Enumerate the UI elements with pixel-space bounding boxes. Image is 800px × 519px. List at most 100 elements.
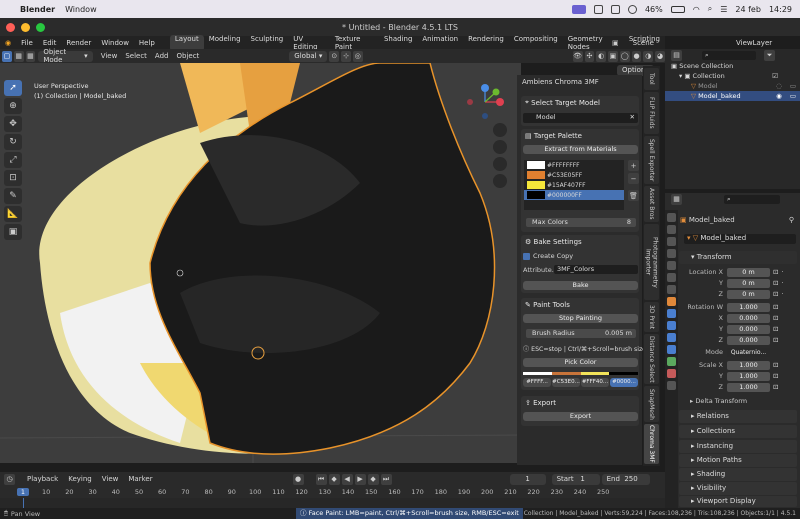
brush-radius-field[interactable]: Brush Radius 0.005 m (526, 329, 636, 338)
control-center-icon[interactable]: ☰ (720, 5, 727, 14)
zoom-icon[interactable] (493, 123, 507, 137)
transform-tool-icon[interactable]: ⊡ (4, 170, 22, 186)
menu-help[interactable]: Help (134, 39, 160, 47)
status-icon[interactable] (627, 4, 637, 14)
viewport-display-panel-header[interactable]: ▸ Viewport Display (679, 496, 797, 507)
attribute-name-field[interactable]: 3MF_Colors (554, 265, 638, 274)
location-y-field[interactable]: 0 m (727, 278, 770, 288)
select-target-header[interactable]: ⌖ Select Target Model (521, 96, 639, 109)
stop-painting-button[interactable]: Stop Painting (523, 314, 638, 323)
camera-icon[interactable] (493, 157, 507, 171)
move-tool-icon[interactable]: ✥ (4, 116, 22, 132)
overlay-icon[interactable]: ◐ (596, 50, 607, 62)
status-icon[interactable] (610, 4, 620, 14)
mode-dropdown[interactable]: Object Mode ▾ (38, 48, 93, 64)
render-tab-icon[interactable] (667, 225, 676, 234)
outliner-row-scene-collection[interactable]: ▣ Scene Collection (665, 61, 800, 71)
particles-tab-icon[interactable] (667, 321, 676, 330)
properties-editor-icon[interactable]: ▦ (671, 193, 682, 205)
menu-view[interactable]: View (102, 475, 119, 483)
lock-icon[interactable]: ⊡ (773, 290, 778, 298)
time-text[interactable]: 14:29 (769, 5, 792, 14)
rotation-mode-dropdown[interactable]: Quaternio... (727, 347, 770, 357)
add-cube-tool-icon[interactable]: ▣ (4, 224, 22, 240)
camera-icon[interactable]: ▭ (790, 82, 796, 90)
texture-tab-icon[interactable] (667, 381, 676, 390)
menu-window[interactable]: Window (65, 5, 97, 14)
palette-item-selected[interactable]: #000000FF (524, 190, 624, 200)
lock-icon[interactable]: ⊡ (773, 383, 778, 391)
app-menu-blender[interactable]: Blender (20, 5, 55, 14)
clear-x-icon[interactable]: ✕ (630, 113, 635, 122)
menu-marker[interactable]: Marker (128, 475, 152, 483)
collections-panel-header[interactable]: ▸ Collections (679, 425, 797, 438)
select-box-icon[interactable]: ▢ (2, 50, 12, 62)
gizmo-icon[interactable]: ✣ (584, 50, 595, 62)
motion-paths-panel-header[interactable]: ▸ Motion Paths (679, 454, 797, 467)
lock-icon[interactable]: ⊡ (773, 279, 778, 287)
hide-eye-icon[interactable]: ◌ (776, 82, 782, 90)
timeline-body[interactable] (0, 498, 665, 508)
keyframe-dot-icon[interactable]: · (781, 279, 783, 287)
properties-search-input[interactable]: ⌕ (724, 194, 780, 204)
object-name-field[interactable]: Model_baked (689, 216, 735, 224)
tab-snapmesh[interactable]: SnapMesh (644, 386, 659, 422)
modifier-tab-icon[interactable] (667, 309, 676, 318)
paint-tools-header[interactable]: ✎ Paint Tools (521, 298, 639, 311)
outliner-display-icon[interactable]: ▤ (671, 49, 682, 61)
date-text[interactable]: 24 feb (735, 5, 761, 14)
scale-z-field[interactable]: 1.000 (727, 382, 770, 392)
outliner-row-model-baked[interactable]: ▽ Model_baked ◉ ▭ (665, 91, 800, 101)
view-layer-selector[interactable]: ViewLayer (720, 36, 800, 49)
eye-icon[interactable]: ◉ (776, 92, 782, 100)
timeline-ruler[interactable]: 1 10 20 30 40 50 60 70 80 90 100 110 120 130 140 150 160… (0, 486, 665, 498)
swatch-button-active[interactable]: #0000... (610, 377, 638, 387)
jump-end-icon[interactable]: ⏭ (380, 473, 392, 485)
location-x-field[interactable]: 0 m (727, 267, 770, 277)
scale-x-field[interactable]: 1.000 (727, 360, 770, 370)
play-icon[interactable]: ▶ (354, 473, 366, 485)
gizmo-z-axis[interactable] (481, 84, 489, 92)
menu-playback[interactable]: Playback (27, 475, 58, 483)
annotate-tool-icon[interactable]: ✎ (4, 188, 22, 204)
menu-file[interactable]: File (16, 39, 38, 47)
outliner-search-input[interactable]: ⌕ (702, 50, 756, 60)
current-frame-field[interactable]: 1 (509, 473, 546, 485)
tab-flip-fluids[interactable]: FLIP Fluids (644, 92, 659, 134)
rotate-tool-icon[interactable]: ↻ (4, 134, 22, 150)
pick-color-button[interactable]: Pick Color (523, 358, 638, 367)
view-layer-tab-icon[interactable] (667, 249, 676, 258)
cursor-tool-icon[interactable]: ⊕ (4, 98, 22, 114)
snap-icon[interactable]: ⊹ (341, 50, 351, 62)
3d-viewport[interactable] (0, 63, 521, 463)
create-copy-checkbox[interactable]: Create Copy (523, 251, 573, 261)
shading-panel-header[interactable]: ▸ Shading (679, 468, 797, 481)
location-z-field[interactable]: 0 m (727, 289, 770, 299)
tool-tab-icon[interactable] (667, 213, 676, 222)
scene-selector[interactable]: ▣ Scene (612, 36, 654, 49)
object-tab-icon[interactable] (667, 297, 676, 306)
blender-logo-icon[interactable]: ◉ (0, 39, 16, 47)
perspective-grid-icon[interactable] (493, 174, 507, 188)
target-model-field[interactable]: Model ✕ (523, 113, 638, 123)
pivot-icon[interactable]: ⊙ (329, 50, 340, 62)
proportional-icon[interactable]: ◎ (352, 50, 363, 62)
transform-orientation-dropdown[interactable]: Global ▾ (289, 50, 328, 62)
tab-asset-bros[interactable]: Asset Bros (644, 186, 659, 222)
rotation-x-field[interactable]: 0.000 (727, 313, 770, 323)
tab-3d-print[interactable]: 3D Print (644, 302, 659, 332)
checkbox-checked-icon[interactable]: ☑ (772, 72, 778, 80)
world-tab-icon[interactable] (667, 273, 676, 282)
status-icon[interactable] (593, 4, 603, 14)
lock-icon[interactable]: ⊡ (773, 372, 778, 380)
scale-tool-icon[interactable]: ⤢ (4, 152, 22, 168)
relations-panel-header[interactable]: ▸ Relations (679, 410, 797, 423)
measure-tool-icon[interactable]: 📐 (4, 206, 22, 222)
shading-rendered-icon[interactable]: ◕ (655, 50, 665, 62)
playhead[interactable] (23, 498, 24, 508)
wifi-icon[interactable]: ◠ (693, 5, 700, 14)
shading-material-icon[interactable]: ◑ (643, 50, 654, 62)
lock-icon[interactable]: ⊡ (773, 361, 778, 369)
tab-distance-select[interactable]: Distance Select (644, 334, 659, 384)
delta-transform-header[interactable]: ▸ Delta Transform (690, 397, 747, 405)
